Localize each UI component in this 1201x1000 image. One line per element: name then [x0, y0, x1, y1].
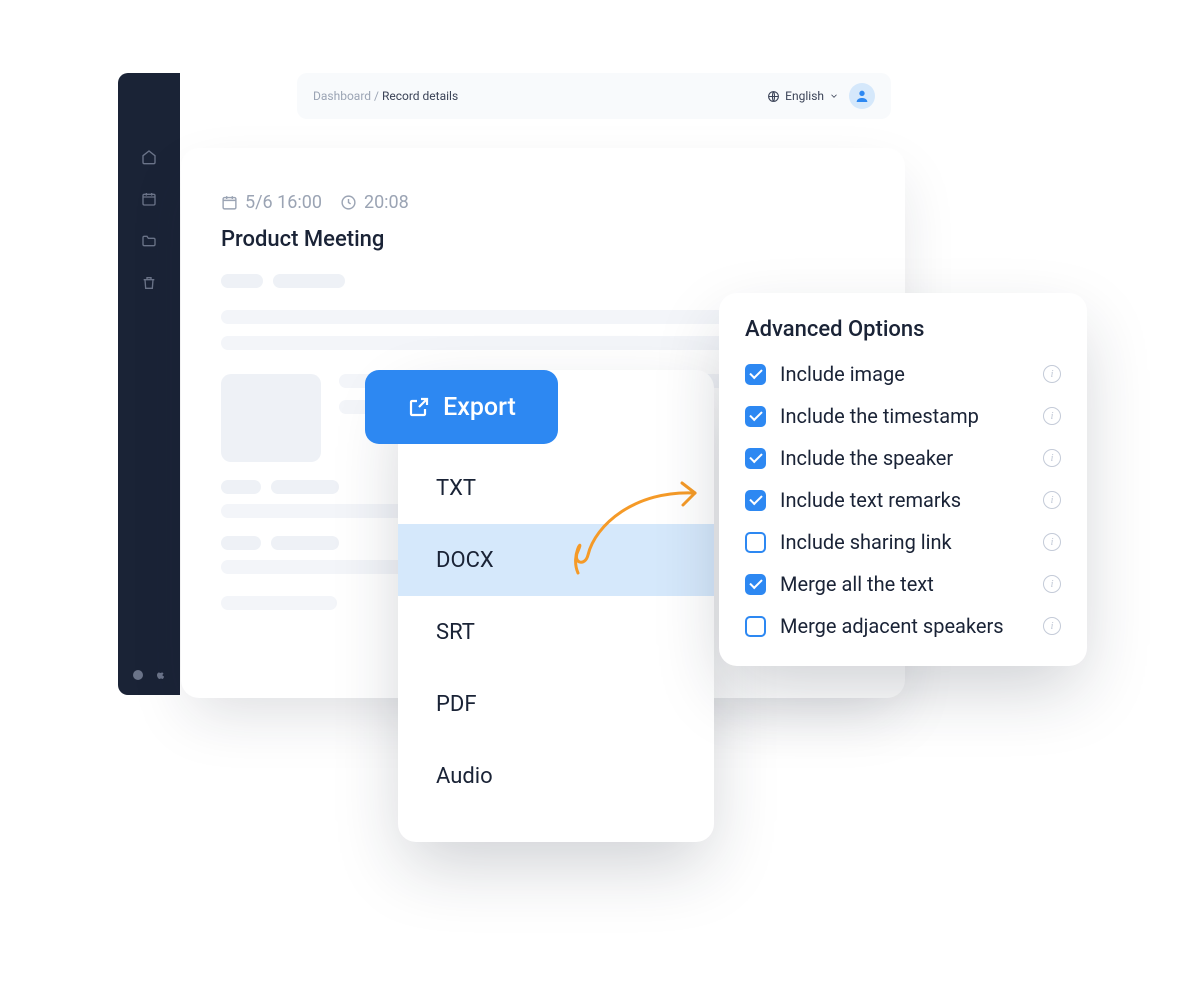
info-icon[interactable]: i [1043, 575, 1061, 593]
option-row: Merge all the text i [745, 572, 1061, 596]
option-label: Merge adjacent speakers [780, 614, 1029, 638]
export-format-srt[interactable]: SRT [398, 596, 714, 668]
option-checkbox[interactable] [745, 406, 766, 427]
option-checkbox[interactable] [745, 616, 766, 637]
info-icon[interactable]: i [1043, 407, 1061, 425]
date-meta: 5/6 16:00 [221, 192, 322, 213]
option-label: Include the speaker [780, 446, 1029, 470]
option-checkbox[interactable] [745, 364, 766, 385]
option-row: Merge adjacent speakers i [745, 614, 1061, 638]
language-selector[interactable]: English [767, 89, 839, 103]
home-icon[interactable] [140, 148, 158, 166]
option-checkbox[interactable] [745, 532, 766, 553]
breadcrumb[interactable]: Dashboard / Record details [313, 89, 458, 103]
export-format-audio[interactable]: Audio [398, 740, 714, 812]
calendar-icon [221, 194, 238, 211]
options-title: Advanced Options [745, 317, 1061, 342]
info-icon[interactable]: i [1043, 617, 1061, 635]
option-row: Include the speaker i [745, 446, 1061, 470]
export-icon [407, 395, 431, 419]
record-title: Product Meeting [221, 227, 865, 252]
calendar-icon[interactable] [140, 190, 158, 208]
option-checkbox[interactable] [745, 574, 766, 595]
export-button[interactable]: Export [365, 370, 558, 444]
advanced-options-panel: Advanced Options Include imageiInclude t… [719, 293, 1087, 666]
option-row: Include the timestamp i [745, 404, 1061, 428]
info-icon[interactable]: i [1043, 365, 1061, 383]
option-row: Include image i [745, 362, 1061, 386]
breadcrumb-current: Record details [382, 89, 458, 103]
option-row: Include sharing link i [745, 530, 1061, 554]
skeleton-tags [221, 274, 865, 288]
apple-icon[interactable] [154, 669, 166, 681]
option-row: Include text remarks i [745, 488, 1061, 512]
export-format-txt[interactable]: TXT [398, 452, 714, 524]
user-icon [854, 88, 870, 104]
folder-icon[interactable] [140, 232, 158, 250]
export-format-pdf[interactable]: PDF [398, 668, 714, 740]
option-label: Include image [780, 362, 1029, 386]
option-label: Include sharing link [780, 530, 1029, 554]
option-checkbox[interactable] [745, 490, 766, 511]
browser-icon[interactable] [132, 669, 144, 681]
option-label: Merge all the text [780, 572, 1029, 596]
breadcrumb-root[interactable]: Dashboard [313, 89, 371, 103]
sidebar [118, 73, 180, 695]
duration-meta: 20:08 [340, 192, 409, 213]
export-format-docx[interactable]: DOCX [398, 524, 714, 596]
globe-icon [767, 90, 780, 103]
duration-text: 20:08 [364, 192, 409, 213]
trash-icon[interactable] [140, 274, 158, 292]
header-bar: Dashboard / Record details English [297, 73, 891, 119]
info-icon[interactable]: i [1043, 533, 1061, 551]
option-label: Include the timestamp [780, 404, 1029, 428]
avatar[interactable] [849, 83, 875, 109]
export-label: Export [443, 393, 516, 422]
chevron-down-icon [829, 91, 839, 101]
option-label: Include text remarks [780, 488, 1029, 512]
info-icon[interactable]: i [1043, 491, 1061, 509]
language-label: English [785, 89, 824, 103]
info-icon[interactable]: i [1043, 449, 1061, 467]
date-text: 5/6 16:00 [245, 192, 322, 213]
option-checkbox[interactable] [745, 448, 766, 469]
clock-icon [340, 194, 357, 211]
